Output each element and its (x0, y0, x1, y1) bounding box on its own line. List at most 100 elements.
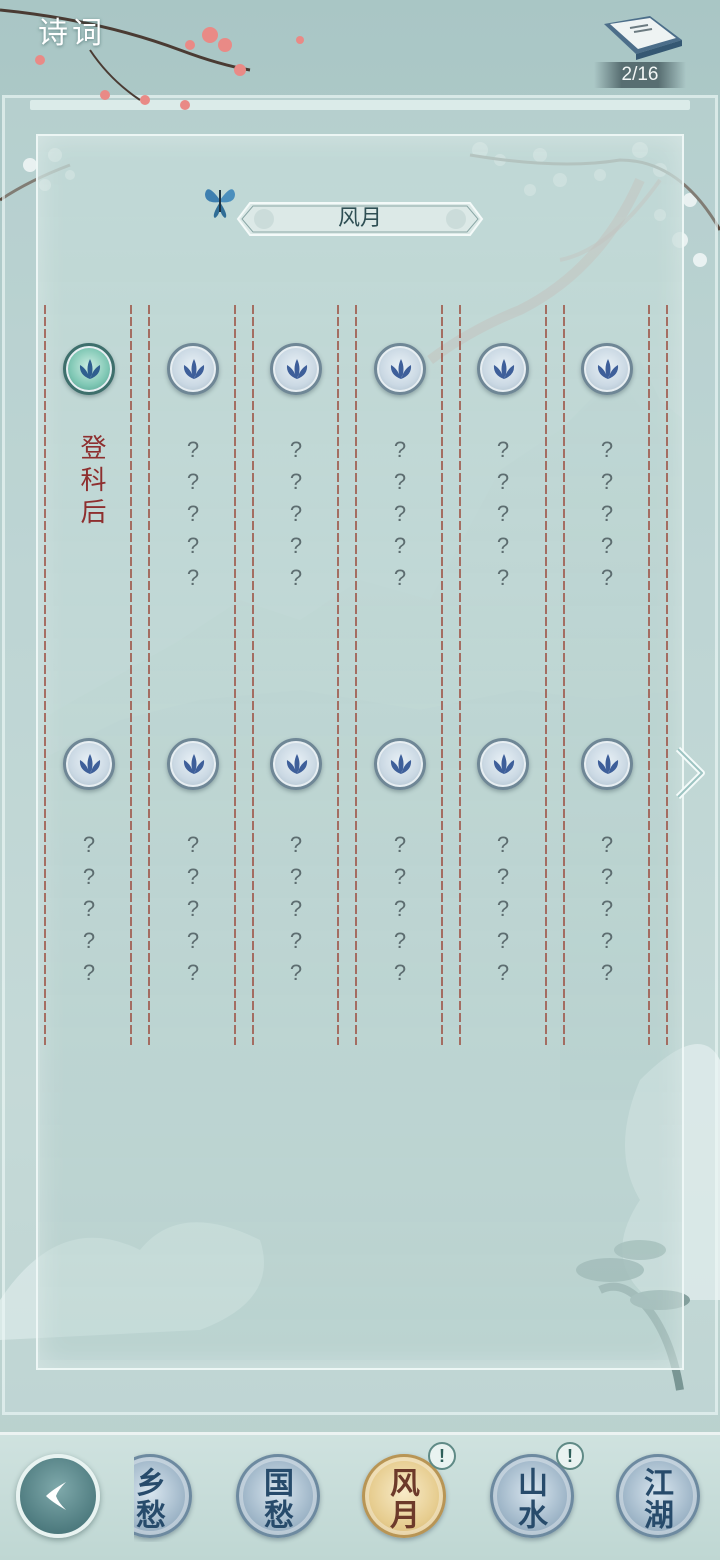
next-arrow-icon[interactable] (672, 745, 706, 801)
question-mark: ? (496, 928, 510, 953)
question-mark: ? (186, 437, 200, 462)
back-button[interactable] (16, 1454, 100, 1538)
question-mark: ? (186, 896, 200, 921)
lotus-medal-icon (79, 359, 101, 379)
column-divider (252, 305, 254, 1045)
question-mark: ? (186, 928, 200, 953)
lotus-medal-icon (597, 754, 619, 774)
question-mark: ? (496, 469, 510, 494)
locked-poem-marks[interactable]: ????? (178, 434, 208, 594)
question-mark: ? (289, 960, 303, 985)
tab-label: 山水 (512, 1467, 547, 1531)
question-mark: ? (186, 469, 200, 494)
question-mark: ? (186, 832, 200, 857)
question-mark: ? (600, 533, 614, 558)
tab-jianghu[interactable]: 江湖 (616, 1454, 700, 1538)
tab-label: 风月 (384, 1467, 419, 1531)
question-mark: ? (289, 501, 303, 526)
column-divider (545, 305, 547, 1045)
question-mark: ? (496, 960, 510, 985)
question-mark: ? (600, 501, 614, 526)
question-mark: ? (186, 864, 200, 889)
question-mark: ? (289, 533, 303, 558)
page-title: 诗词 (38, 16, 106, 51)
chapter-title: 风月 (337, 206, 382, 231)
question-mark: ? (393, 501, 407, 526)
tab-label: 国愁 (258, 1467, 293, 1531)
locked-poem-marks[interactable]: ????? (592, 829, 622, 989)
question-mark: ? (82, 960, 96, 985)
poem-title[interactable]: 登科后 (70, 432, 110, 532)
locked-poem-marks[interactable]: ????? (488, 829, 518, 989)
poem-medal-locked[interactable] (581, 343, 633, 395)
lotus-medal-icon (597, 359, 619, 379)
locked-poem-marks[interactable]: ????? (385, 829, 415, 989)
poem-medal-locked[interactable] (63, 738, 115, 790)
lotus-medal-icon (390, 359, 412, 379)
question-mark: ? (82, 832, 96, 857)
question-mark: ? (289, 469, 303, 494)
poem-medal-locked[interactable] (270, 738, 322, 790)
column-divider (130, 305, 132, 1045)
lotus-medal-icon (390, 754, 412, 774)
question-mark: ? (393, 437, 407, 462)
locked-poem-marks[interactable]: ????? (488, 434, 518, 594)
question-mark: ? (496, 832, 510, 857)
question-mark: ? (600, 437, 614, 462)
question-mark: ? (186, 565, 200, 590)
question-mark: ? (289, 864, 303, 889)
question-mark: ? (393, 565, 407, 590)
question-mark: ? (393, 896, 407, 921)
question-mark: ? (496, 501, 510, 526)
poem-medal-locked[interactable] (167, 738, 219, 790)
back-chevron-icon (46, 1482, 66, 1510)
poem-medal-locked[interactable] (477, 738, 529, 790)
poem-medal-locked[interactable] (374, 343, 426, 395)
poem-medal-locked[interactable] (374, 738, 426, 790)
question-mark: ? (289, 896, 303, 921)
question-mark: ? (496, 533, 510, 558)
tab-xiangchou[interactable]: 乡愁 (134, 1454, 192, 1538)
locked-poem-marks[interactable]: ????? (592, 434, 622, 594)
column-divider (459, 305, 461, 1045)
poem-medal-locked[interactable] (581, 738, 633, 790)
lotus-medal-icon (183, 359, 205, 379)
question-mark: ? (289, 928, 303, 953)
lotus-medal-icon (286, 754, 308, 774)
question-mark: ? (186, 533, 200, 558)
column-divider (337, 305, 339, 1045)
tab-label: 乡愁 (134, 1467, 165, 1531)
question-mark: ? (496, 565, 510, 590)
column-divider (441, 305, 443, 1045)
question-mark: ? (393, 832, 407, 857)
tab-label: 江湖 (638, 1467, 673, 1531)
tab-guochou[interactable]: 国愁 (236, 1454, 320, 1538)
column-divider (234, 305, 236, 1045)
locked-poem-marks[interactable]: ????? (74, 829, 104, 989)
locked-poem-marks[interactable]: ????? (385, 434, 415, 594)
question-mark: ? (289, 565, 303, 590)
column-divider (148, 305, 150, 1045)
locked-poem-marks[interactable]: ????? (281, 434, 311, 594)
chapter-banner: 风月 (228, 199, 492, 239)
question-mark: ? (393, 960, 407, 985)
question-mark: ? (393, 469, 407, 494)
question-mark: ? (496, 437, 510, 462)
poem-medal-locked[interactable] (270, 343, 322, 395)
question-mark: ? (600, 832, 614, 857)
question-mark: ? (186, 960, 200, 985)
column-divider (666, 305, 668, 1045)
poetry-book-icon[interactable] (600, 14, 686, 66)
lotus-medal-icon (493, 754, 515, 774)
poem-medal-locked[interactable] (477, 343, 529, 395)
locked-poem-marks[interactable]: ????? (281, 829, 311, 989)
poem-medal-unlocked[interactable] (63, 343, 115, 395)
lotus-medal-icon (493, 359, 515, 379)
question-mark: ? (600, 864, 614, 889)
poem-medal-locked[interactable] (167, 343, 219, 395)
question-mark: ? (600, 565, 614, 590)
question-mark: ? (393, 864, 407, 889)
alert-badge: ! (556, 1442, 584, 1470)
locked-poem-marks[interactable]: ????? (178, 829, 208, 989)
column-divider (563, 305, 565, 1045)
